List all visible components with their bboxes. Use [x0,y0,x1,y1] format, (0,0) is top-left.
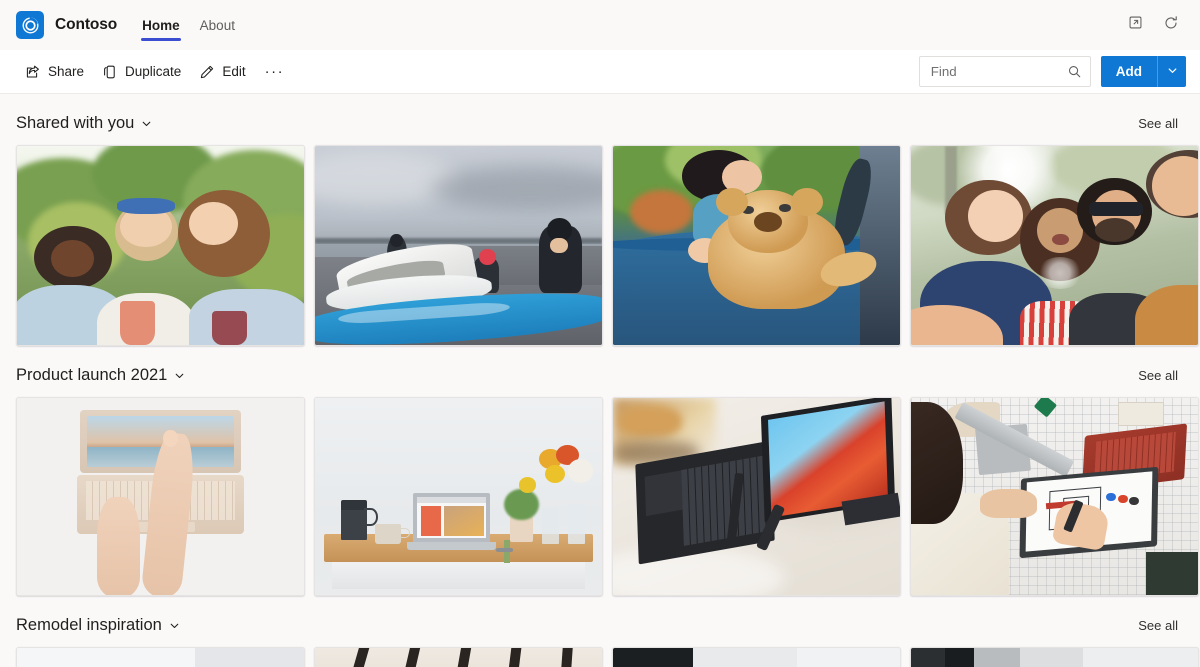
open-in-new-window-icon [1128,15,1143,35]
chevron-down-icon[interactable] [141,118,152,129]
chevron-down-icon [1167,63,1178,81]
section-title-label: Product launch 2021 [16,365,168,384]
section-title-shared-with-you[interactable]: Shared with you [16,114,152,133]
brand[interactable]: Contoso [16,11,117,39]
section-title-product-launch[interactable]: Product launch 2021 [16,366,185,385]
card-interior-white-room[interactable] [16,647,305,667]
card-thumbnail [315,146,602,345]
add-dropdown-button[interactable] [1157,56,1186,87]
add-button[interactable]: Add [1100,56,1157,87]
card-friends-outdoors[interactable] [16,145,305,346]
search-box[interactable] [918,56,1091,87]
section-product-launch: Product launch 2021 See all [16,353,1199,596]
section-header: Product launch 2021 See all [16,353,1184,397]
card-row-shared-with-you [16,145,1199,346]
edit-label: Edit [222,64,246,79]
chevron-down-icon[interactable] [169,620,180,631]
card-thumbnail [17,146,304,345]
section-remodel-inspiration: Remodel inspiration See all [16,603,1199,667]
nav-tab-home[interactable]: Home [133,0,189,50]
nav-tab-home-label: Home [142,17,180,33]
search-input[interactable] [930,64,1067,79]
card-dog-trampoline[interactable] [612,145,901,346]
card-interior-beams[interactable] [314,647,603,667]
search-icon[interactable] [1067,64,1082,79]
card-group-selfie[interactable] [910,145,1199,346]
pop-out-button[interactable] [1120,10,1150,40]
refresh-icon [1163,15,1179,36]
card-thumbnail [911,146,1198,345]
card-paddleboards-beach[interactable] [314,145,603,346]
see-all-shared-with-you[interactable]: See all [1132,112,1184,135]
nav-tab-about[interactable]: About [191,0,244,50]
share-button[interactable]: Share [16,56,93,88]
card-tablet-bed[interactable] [612,397,901,596]
card-row-product-launch [16,397,1199,596]
share-label: Share [48,64,85,79]
more-horizontal-icon: ··· [264,63,285,80]
brand-name: Contoso [55,16,118,33]
nav-tabs: Home About [133,0,244,50]
card-interior-hall[interactable] [910,647,1199,667]
chevron-down-icon[interactable] [174,370,185,381]
see-all-remodel-inspiration[interactable]: See all [1132,614,1184,637]
card-thumbnail [17,648,304,667]
top-bar-actions [1120,10,1186,40]
card-thumbnail [315,648,602,667]
card-thumbnail [315,398,602,595]
card-thumbnail [17,398,304,595]
add-button-label: Add [1115,64,1142,79]
section-header: Shared with you See all [16,101,1184,145]
add-split-button: Add [1100,56,1186,87]
card-thumbnail [613,398,900,595]
card-thumbnail [911,398,1198,595]
card-thumbnail [613,648,900,667]
duplicate-label: Duplicate [125,64,182,79]
card-thumbnail [613,146,900,345]
section-title-label: Shared with you [16,113,135,132]
content-area: Shared with you See all Product launch 2… [0,94,1200,667]
card-laptop-topdown[interactable] [16,397,305,596]
more-options-button[interactable]: ··· [255,56,295,88]
duplicate-button[interactable]: Duplicate [93,56,190,88]
section-title-remodel-inspiration[interactable]: Remodel inspiration [16,616,180,635]
card-row-remodel-inspiration [16,647,1199,667]
command-bar: Share Duplicate Edit ··· Find Add [0,50,1200,94]
card-thumbnail [911,648,1198,667]
refresh-button[interactable] [1156,10,1186,40]
section-shared-with-you: Shared with you See all [16,101,1199,346]
share-icon [25,64,41,80]
top-navigation-bar: Contoso Home About [0,0,1200,50]
nav-tab-about-label: About [199,17,235,33]
card-interior-kitchen[interactable] [612,647,901,667]
card-laptop-desk[interactable] [314,397,603,596]
section-title-label: Remodel inspiration [16,615,162,634]
card-designer-tablet[interactable] [910,397,1199,596]
edit-button[interactable]: Edit [190,56,254,88]
section-header: Remodel inspiration See all [16,603,1184,647]
duplicate-icon [102,64,118,80]
contoso-circle-logo-icon [16,11,44,39]
command-bar-right: Add [918,56,1186,87]
see-all-product-launch[interactable]: See all [1132,364,1184,387]
pencil-icon [199,64,215,80]
